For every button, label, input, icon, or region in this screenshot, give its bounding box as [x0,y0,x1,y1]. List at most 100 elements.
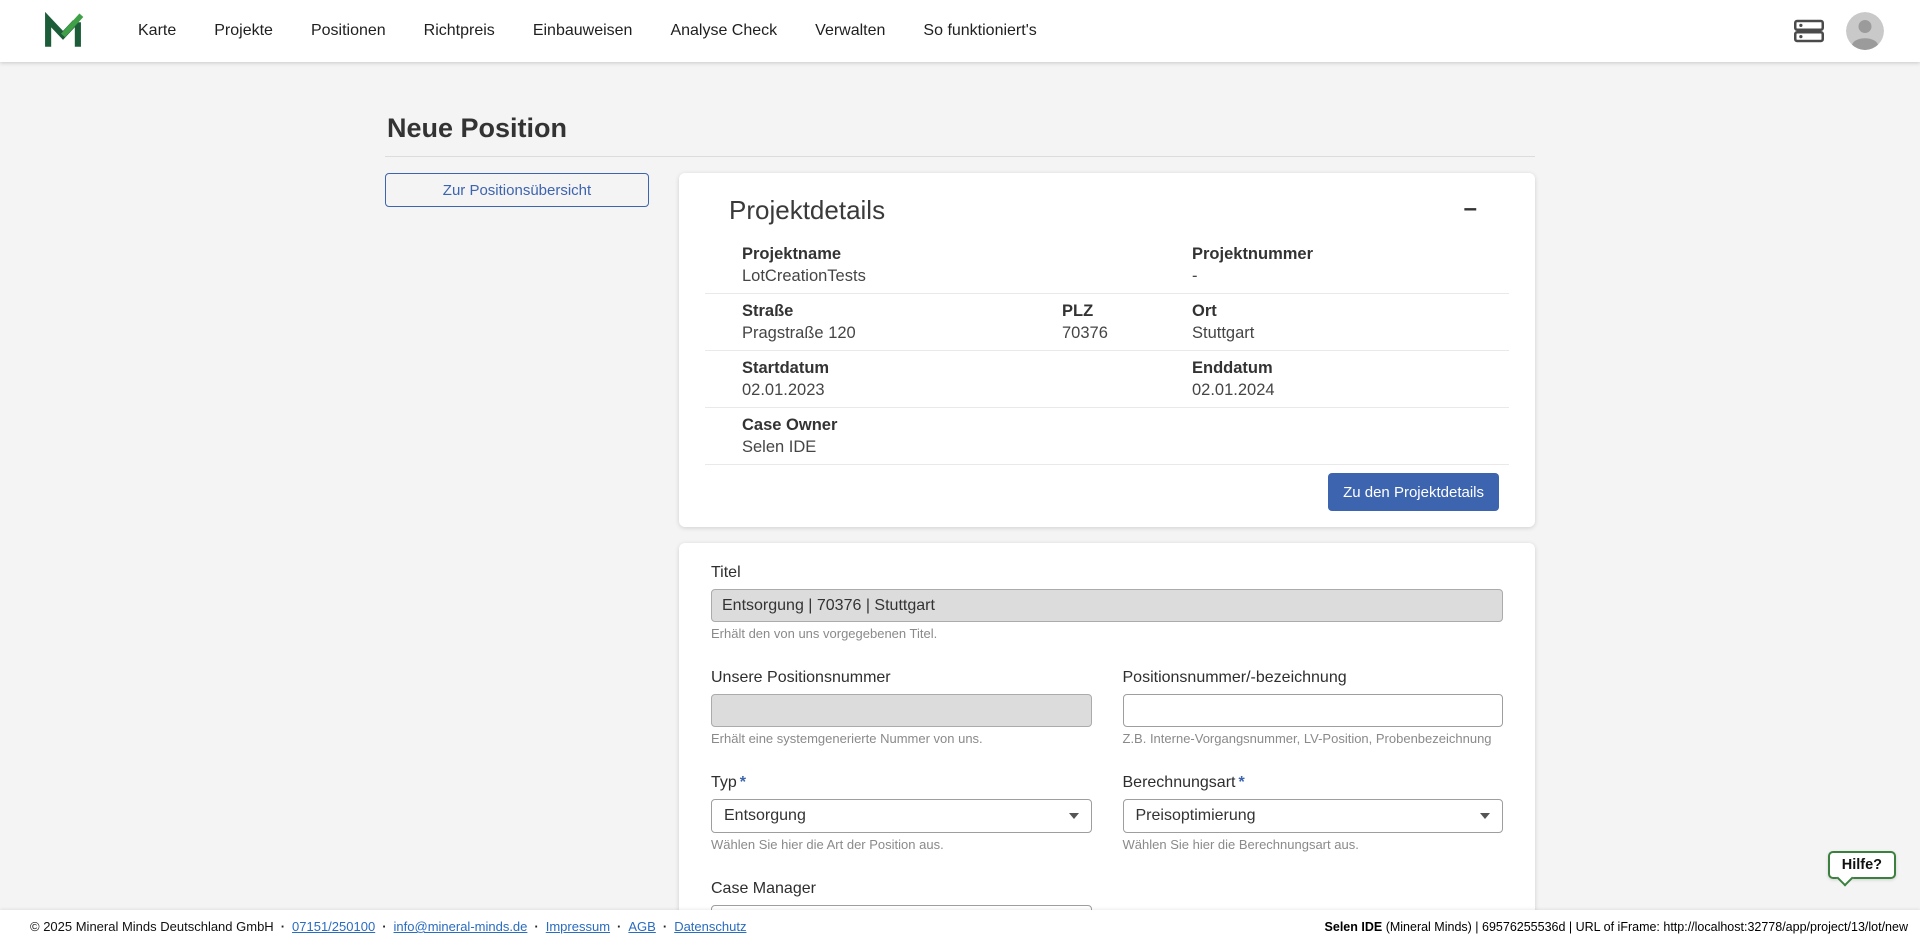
help-label: Hilfe? [1842,857,1882,873]
field-label: Enddatum [1192,358,1503,378]
footer-link-email[interactable]: info@mineral-minds.de [382,919,527,934]
our-position-number-input [711,694,1092,727]
footer-info: (Mineral Minds) | 69576255536d | URL of … [1382,920,1908,934]
main-nav: Karte Projekte Positionen Richtpreis Ein… [138,22,1794,40]
field-value: Selen IDE [742,437,1503,457]
chevron-down-icon [1069,813,1079,819]
position-number-label: Positionsnummer/-bezeichnung [1123,668,1504,687]
ort-cell: Ort Stuttgart [1192,294,1509,351]
field-label: Startdatum [742,358,1186,378]
required-asterisk: * [1238,774,1244,791]
footer: © 2025 Mineral Minds Deutschland GmbH 07… [0,910,1920,943]
footer-left: © 2025 Mineral Minds Deutschland GmbH 07… [30,919,746,934]
chevron-down-icon [1480,813,1490,819]
field-value: Stuttgart [1192,323,1503,343]
case-manager-label: Case Manager [711,879,1092,898]
berechnungsart-label: Berechnungsart* [1123,773,1504,792]
startdatum-cell: Startdatum 02.01.2023 [705,351,1192,408]
footer-session-info: Selen IDE (Mineral Minds) | 69576255536d… [1325,920,1908,934]
case-owner-cell: Case Owner Selen IDE [705,408,1509,465]
project-details-title: Projektdetails [729,195,885,225]
projektnummer-cell: Projektnummer - [1192,237,1509,294]
help-button[interactable]: Hilfe? [1828,851,1896,879]
footer-user: Selen IDE [1325,920,1383,934]
footer-link-agb[interactable]: AGB [617,919,656,934]
field-value: - [1192,266,1503,286]
form-grid: Unsere Positionsnummer Erhält eine syste… [711,668,1503,938]
plz-cell: PLZ 70376 [1062,294,1192,351]
page-container: Neue Position Zur Positionsübersicht Pro… [385,0,1535,943]
nav-item-richtpreis[interactable]: Richtpreis [424,22,495,40]
titel-field: Titel Erhält den von uns vorgegebenen Ti… [711,563,1503,642]
field-value: LotCreationTests [742,266,1186,286]
projektname-cell: Projektname LotCreationTests [705,237,1192,294]
position-number-field: Positionsnummer/-bezeichnung Z.B. Intern… [1123,668,1504,747]
berechnungsart-helper: Wählen Sie hier die Berechnungsart aus. [1123,837,1504,853]
page-title: Neue Position [387,112,1535,144]
project-details-actions: Zu den Projektdetails [705,473,1509,511]
new-position-form-card: Titel Erhält den von uns vorgegebenen Ti… [679,543,1535,943]
server-icon[interactable] [1794,18,1824,44]
field-label: Case Owner [742,415,1503,435]
table-row: Startdatum 02.01.2023 Enddatum 02.01.202… [705,351,1509,408]
project-details-header: Projektdetails – [705,195,1509,225]
berechnungsart-select-value: Preisoptimierung [1136,807,1256,825]
typ-select[interactable]: Entsorgung [711,799,1092,833]
our-position-number-field: Unsere Positionsnummer Erhält eine syste… [711,668,1092,747]
main-content: Neue Position Zur Positionsübersicht Pro… [0,0,1920,943]
our-position-number-helper: Erhält eine systemgenerierte Nummer von … [711,731,1092,747]
field-value: 02.01.2024 [1192,380,1503,400]
field-value: Pragstraße 120 [742,323,1056,343]
typ-helper: Wählen Sie hier die Art der Position aus… [711,837,1092,853]
typ-select-value: Entsorgung [724,807,806,825]
nav-item-projekte[interactable]: Projekte [214,22,273,40]
required-asterisk: * [740,774,746,791]
collapse-button[interactable]: – [1456,195,1485,223]
typ-field: Typ* Entsorgung Wählen Sie hier die Art … [711,773,1092,853]
nav-item-analyse-check[interactable]: Analyse Check [670,22,777,40]
nav-item-karte[interactable]: Karte [138,22,176,40]
position-number-input[interactable] [1123,694,1504,727]
titel-input [711,589,1503,622]
field-value: 02.01.2023 [742,380,1186,400]
footer-link-datenschutz[interactable]: Datenschutz [663,919,747,934]
field-label: Projektnummer [1192,244,1503,264]
position-number-helper: Z.B. Interne-Vorgangsnummer, LV-Position… [1123,731,1504,747]
field-label: Ort [1192,301,1503,321]
nav-item-verwalten[interactable]: Verwalten [815,22,885,40]
field-label: Straße [742,301,1056,321]
go-to-project-details-button[interactable]: Zu den Projektdetails [1328,473,1499,511]
nav-right-controls [1794,12,1884,50]
project-details-table: Projektname LotCreationTests Projektnumm… [705,237,1509,465]
footer-link-impressum[interactable]: Impressum [534,919,610,934]
back-to-positions-button[interactable]: Zur Positionsübersicht [385,173,649,207]
right-column: Projektdetails – Projektname LotCreation… [679,173,1535,943]
field-label: PLZ [1062,301,1186,321]
berechnungsart-select[interactable]: Preisoptimierung [1123,799,1504,833]
nav-item-einbauweisen[interactable]: Einbauweisen [533,22,633,40]
table-row: Straße Pragstraße 120 PLZ 70376 Ort Stut… [705,294,1509,351]
titel-helper: Erhält den von uns vorgegebenen Titel. [711,626,1503,642]
user-avatar[interactable] [1846,12,1884,50]
table-row: Case Owner Selen IDE [705,408,1509,465]
title-divider [385,156,1535,157]
berechnungsart-field: Berechnungsart* Preisoptimierung Wählen … [1123,773,1504,853]
enddatum-cell: Enddatum 02.01.2024 [1192,351,1509,408]
content-layout: Zur Positionsübersicht Projektdetails – … [385,173,1535,943]
field-value: 70376 [1062,323,1186,343]
logo-icon [42,10,84,52]
copyright-text: © 2025 Mineral Minds Deutschland GmbH [30,919,274,934]
our-position-number-label: Unsere Positionsnummer [711,668,1092,687]
typ-label: Typ* [711,773,1092,792]
nav-item-so-funktionierts[interactable]: So funktioniert's [923,22,1036,40]
top-navigation-bar: Karte Projekte Positionen Richtpreis Ein… [0,0,1920,62]
left-column: Zur Positionsübersicht [385,173,649,207]
person-icon [1846,12,1884,50]
app-logo[interactable] [42,10,84,52]
strasse-cell: Straße Pragstraße 120 [705,294,1062,351]
table-row: Projektname LotCreationTests Projektnumm… [705,237,1509,294]
titel-label: Titel [711,563,1503,582]
footer-link-phone[interactable]: 07151/250100 [281,919,376,934]
field-label: Projektname [742,244,1186,264]
nav-item-positionen[interactable]: Positionen [311,22,386,40]
